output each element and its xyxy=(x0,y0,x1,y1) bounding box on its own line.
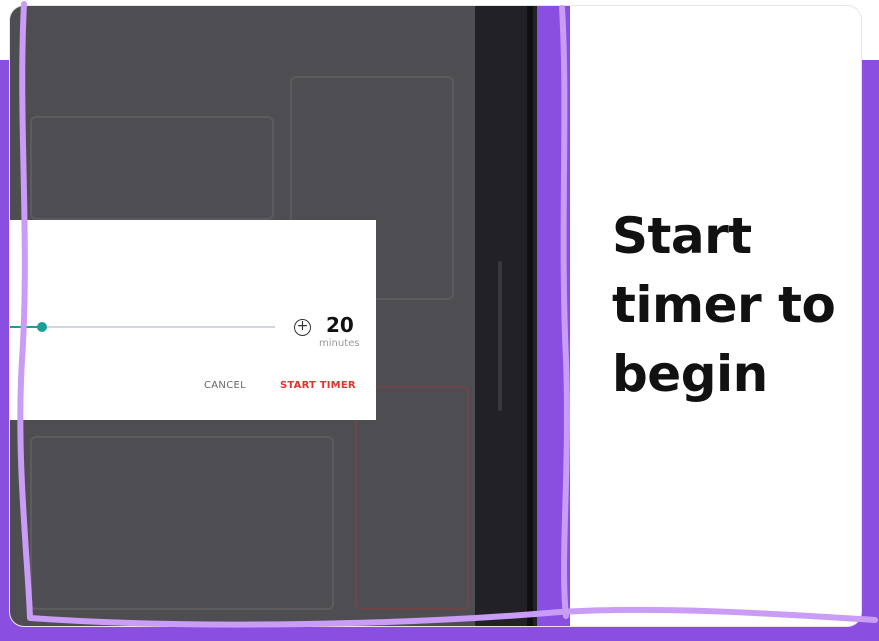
caption-panel: Start timer to begin xyxy=(570,6,861,626)
device-bezel xyxy=(475,6,537,626)
headline-line: begin xyxy=(612,345,768,403)
headline: Start timer to begin xyxy=(612,202,852,409)
minutes-value: 20 xyxy=(326,313,354,337)
minutes-slider-thumb[interactable] xyxy=(37,322,47,332)
device-edge xyxy=(527,6,533,626)
timer-dialog: + 20 minutes CANCEL START TIMER xyxy=(10,220,376,420)
plus-circle-icon[interactable]: + xyxy=(294,319,311,336)
background-illustration xyxy=(30,436,334,610)
headline-line: Start xyxy=(612,207,752,265)
dimmed-app-screen: + 20 minutes CANCEL START TIMER xyxy=(10,6,475,626)
cancel-button[interactable]: CANCEL xyxy=(204,380,246,391)
start-timer-button[interactable]: START TIMER xyxy=(280,380,356,391)
minutes-slider-track[interactable] xyxy=(10,326,275,328)
headline-line: timer to xyxy=(612,276,836,334)
background-illustration xyxy=(30,116,274,220)
illustration-card: + 20 minutes CANCEL START TIMER Start ti… xyxy=(10,6,861,626)
purple-strip xyxy=(537,6,570,626)
minutes-label: minutes xyxy=(319,338,360,349)
device-side-button xyxy=(498,261,502,411)
